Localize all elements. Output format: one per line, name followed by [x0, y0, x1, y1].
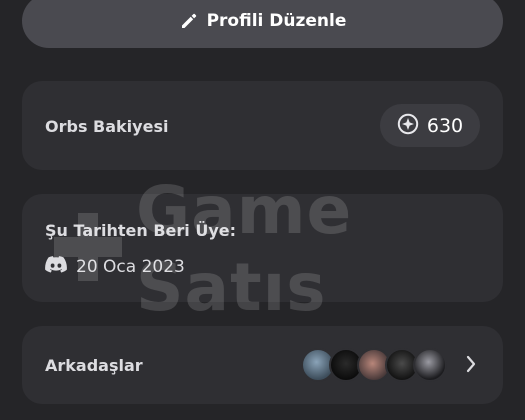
orb-icon: [397, 113, 419, 139]
chevron-right-icon[interactable]: [465, 354, 477, 378]
discord-icon: [45, 256, 67, 277]
member-since-row: 20 Oca 2023: [45, 256, 185, 277]
orbs-balance-pill[interactable]: 630: [380, 104, 480, 147]
member-since-date: 20 Oca 2023: [76, 256, 185, 277]
friends-title: Arkadaşlar: [45, 356, 143, 375]
member-since-card: Şu Tarihten Beri Üye: 20 Oca 2023: [22, 194, 503, 302]
pencil-icon: [179, 11, 199, 31]
edit-profile-button[interactable]: Profili Düzenle: [22, 0, 503, 48]
friend-avatars: [301, 348, 451, 382]
member-since-title: Şu Tarihten Beri Üye:: [45, 221, 237, 240]
edit-profile-label: Profili Düzenle: [206, 11, 347, 31]
avatar: [413, 348, 447, 382]
orbs-balance-card: Orbs Bakiyesi 630: [22, 81, 503, 170]
orbs-balance-value: 630: [426, 114, 464, 137]
orbs-balance-title: Orbs Bakiyesi: [45, 117, 169, 136]
friends-card[interactable]: Arkadaşlar: [22, 326, 503, 404]
